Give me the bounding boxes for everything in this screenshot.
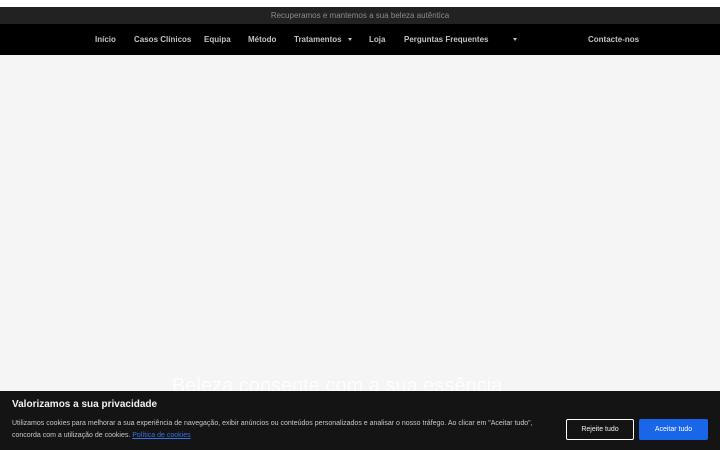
cookie-description: Utilizamos cookies para melhorar a sua e…	[12, 420, 533, 439]
chevron-down-icon	[513, 38, 517, 41]
nav-item-inicio[interactable]: Início	[95, 24, 116, 55]
tagline-text: Recuperamos e mantemos a sua beleza autê…	[270, 11, 450, 20]
cookie-banner: Valorizamos a sua privacidade Utilizamos…	[0, 391, 720, 450]
chevron-down-icon	[347, 38, 352, 41]
cookie-policy-link[interactable]: Política de cookies	[132, 432, 190, 439]
hero-section: Beleza consente com a sua essência	[0, 55, 720, 391]
nav-item-loja[interactable]: Loja	[369, 24, 385, 55]
nav-item-metodo[interactable]: Método	[248, 24, 276, 55]
reject-all-button[interactable]: Rejeite tudo	[566, 419, 634, 440]
nav-item-contacte-nos[interactable]: Contacte-nos	[588, 24, 639, 55]
main-navigation: Início Casos Clínicos Equipa Método Trat…	[0, 24, 720, 55]
nav-item-more-dropdown[interactable]	[507, 24, 517, 55]
tagline-bar: Recuperamos e mantemos a sua beleza autê…	[0, 7, 720, 24]
nav-item-equipa[interactable]: Equipa	[204, 24, 231, 55]
hero-title: Beleza consente com a sua essência	[172, 375, 503, 391]
nav-item-casos-clinicos[interactable]: Casos Clínicos	[134, 24, 191, 55]
top-strip	[0, 0, 720, 7]
nav-item-tratamentos-label: Tratamentos	[294, 35, 342, 44]
nav-item-perguntas-frequentes[interactable]: Perguntas Frequentes	[404, 24, 488, 55]
accept-all-button[interactable]: Aceitar tudo	[639, 419, 708, 440]
cookie-text: Utilizamos cookies para melhorar a sua e…	[12, 418, 557, 442]
cookie-title: Valorizamos a sua privacidade	[12, 399, 158, 410]
nav-item-tratamentos[interactable]: Tratamentos	[294, 24, 352, 55]
